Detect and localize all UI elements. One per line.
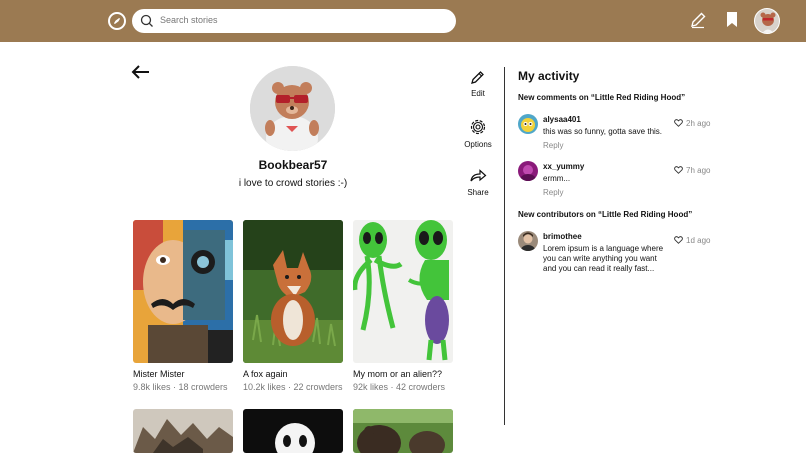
story-meta: 92k likes · 42 crowders [353, 382, 446, 392]
pencil-icon[interactable] [689, 11, 707, 29]
heart-icon[interactable] [674, 119, 683, 127]
contributor-time: 1d ago [686, 236, 711, 245]
story-card[interactable] [133, 409, 233, 453]
edit-button[interactable]: Edit [458, 69, 498, 98]
reply-link[interactable]: Reply [543, 141, 563, 150]
top-bar: Search stories [0, 0, 806, 42]
story-image [133, 220, 233, 363]
story-image [353, 220, 453, 363]
comment-time: 2h ago [686, 119, 711, 128]
share-label: Share [467, 188, 489, 197]
avatar[interactable] [518, 114, 538, 134]
search-icon [140, 14, 153, 27]
pencil-icon [471, 71, 484, 84]
edit-label: Edit [471, 89, 485, 98]
activity-section-heading: New contributors on “Little Red Riding H… [518, 210, 693, 219]
story-title[interactable]: Mister Mister [133, 369, 233, 379]
activity-title: My activity [518, 69, 580, 83]
story-title[interactable]: My mom or an alien?? [353, 369, 453, 379]
story-image [353, 409, 453, 453]
comment-time: 7h ago [686, 166, 711, 175]
profile-username: Bookbear57 [258, 158, 328, 172]
share-button[interactable]: Share [458, 168, 498, 197]
story-image [243, 409, 343, 453]
story-image [133, 409, 233, 453]
user-avatar[interactable] [754, 8, 780, 34]
search-input[interactable]: Search stories [160, 15, 218, 25]
reply-link[interactable]: Reply [543, 188, 563, 197]
contributor-username[interactable]: brimothee [543, 232, 582, 241]
comment-text: this was so funny, gotta save this. [543, 127, 663, 136]
comment-username[interactable]: xx_yummy [543, 162, 584, 171]
story-card[interactable] [353, 409, 453, 453]
search-bar[interactable]: Search stories [132, 9, 456, 33]
share-icon [470, 169, 487, 182]
heart-icon[interactable] [674, 166, 683, 174]
story-card[interactable]: Mister Mister 9.8k likes · 18 crowders [133, 220, 233, 392]
story-card[interactable]: A fox again 10.2k likes · 22 crowders [243, 220, 343, 392]
gear-icon [470, 119, 486, 135]
comment-username[interactable]: alysaa401 [543, 115, 581, 124]
story-image [243, 220, 343, 363]
heart-icon[interactable] [674, 236, 683, 244]
contributor-text: Lorem ipsum is a language where you can … [543, 244, 664, 273]
options-button[interactable]: Options [458, 118, 498, 149]
bookmark-icon[interactable] [726, 11, 738, 29]
avatar[interactable] [518, 231, 538, 251]
profile-bio: i love to crowd stories :-) [238, 178, 348, 189]
back-arrow-icon[interactable] [131, 64, 151, 80]
story-meta: 10.2k likes · 22 crowders [243, 382, 343, 392]
avatar[interactable] [518, 161, 538, 181]
options-label: Options [464, 140, 492, 149]
story-meta: 9.8k likes · 18 crowders [133, 382, 228, 392]
story-title[interactable]: A fox again [243, 369, 343, 379]
story-card[interactable]: My mom or an alien?? 92k likes · 42 crow… [353, 220, 453, 392]
comment-text: ermm... [543, 174, 571, 183]
compass-icon[interactable] [108, 12, 126, 30]
activity-section-heading: New comments on “Little Red Riding Hood” [518, 93, 686, 102]
story-card[interactable] [243, 409, 343, 453]
profile-avatar [250, 66, 335, 151]
panel-divider [504, 67, 505, 425]
